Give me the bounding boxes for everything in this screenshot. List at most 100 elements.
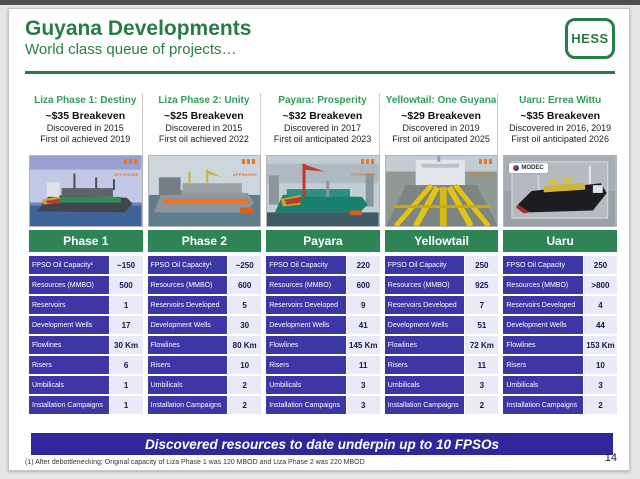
table-row-value: 2 bbox=[583, 396, 617, 414]
table-row: Reservoirs 1 bbox=[29, 296, 143, 314]
table-row: Installation Campaigns 2 bbox=[503, 396, 617, 414]
table-row-value: 2 bbox=[465, 396, 499, 414]
table-row-label: FPSO Oil Capacity bbox=[266, 256, 346, 274]
project-discovered: Discovered in 2015 bbox=[165, 123, 243, 133]
table-row-value: 925 bbox=[465, 276, 499, 294]
vendor-logo: OFFSHORE bbox=[233, 159, 258, 180]
table-row-label: Resources (MMBO) bbox=[266, 276, 346, 294]
project-column: Yellowtail: One Guyana ~$29 Breakeven Di… bbox=[384, 93, 499, 414]
project-table-header: Payara bbox=[266, 230, 380, 252]
project-column: Uaru: Errea Wittu ~$35 Breakeven Discove… bbox=[503, 93, 617, 414]
table-row-value: 4 bbox=[583, 296, 617, 314]
table-row-value: 11 bbox=[346, 356, 380, 374]
table-row-label: FPSO Oil Capacity¹ bbox=[147, 256, 228, 274]
project-first-oil: First oil achieved 2019 bbox=[40, 134, 131, 144]
project-breakeven: ~$35 Breakeven bbox=[520, 110, 601, 122]
sbm-logo-bars-icon bbox=[479, 159, 495, 164]
table-row-value: 44 bbox=[583, 316, 617, 334]
table-row-value: 10 bbox=[228, 356, 262, 374]
project-first-oil: First oil anticipated 2026 bbox=[511, 134, 609, 144]
table-row-value: ~250 bbox=[228, 256, 262, 274]
table-row-value: 2 bbox=[228, 376, 262, 394]
project-table-header: Phase 1 bbox=[29, 230, 143, 252]
table-row-label: Umbilicals bbox=[503, 376, 583, 394]
project-table: FPSO Oil Capacity 220 Resources (MMBO) 6… bbox=[266, 256, 380, 414]
table-row-value: 220 bbox=[346, 256, 380, 274]
table-row: Umbilicals 3 bbox=[266, 376, 380, 394]
project-title: Liza Phase 2: Unity bbox=[158, 95, 250, 106]
table-row-label: Resources (MMBO) bbox=[29, 276, 109, 294]
table-row-label: Umbilicals bbox=[384, 376, 465, 394]
hess-logo: HESS bbox=[565, 18, 615, 59]
table-row-value: 72 Km bbox=[465, 336, 499, 354]
project-table: FPSO Oil Capacity¹ ~250 Resources (MMBO)… bbox=[147, 256, 262, 414]
table-row-label: Flowlines bbox=[384, 336, 465, 354]
table-row: Umbilicals 2 bbox=[147, 376, 262, 394]
table-row-label: Reservoirs Developed bbox=[147, 296, 228, 314]
table-row-label: FPSO Oil Capacity bbox=[503, 256, 583, 274]
table-row: Installation Campaigns 3 bbox=[266, 396, 380, 414]
table-row-label: Risers bbox=[503, 356, 583, 374]
vendor-logo-label: OFFSHORE bbox=[351, 172, 376, 177]
table-row: Resources (MMBO) 600 bbox=[266, 276, 380, 294]
table-row-value: 30 Km bbox=[109, 336, 143, 354]
table-row-label: Resources (MMBO) bbox=[503, 276, 583, 294]
project-discovered: Discovered in 2016, 2019 bbox=[509, 123, 612, 133]
table-row: Flowlines 72 Km bbox=[384, 336, 499, 354]
table-row-value: 1 bbox=[109, 296, 143, 314]
project-table-header: Uaru bbox=[503, 230, 617, 252]
table-row: Reservoirs Developed 7 bbox=[384, 296, 499, 314]
table-row: FPSO Oil Capacity¹ ~150 bbox=[29, 256, 143, 274]
table-row: Installation Campaigns 2 bbox=[147, 396, 262, 414]
vendor-logo: OFFSHORE bbox=[470, 159, 495, 180]
table-row-label: FPSO Oil Capacity bbox=[384, 256, 465, 274]
project-table: FPSO Oil Capacity 250 Resources (MMBO) 9… bbox=[384, 256, 499, 414]
table-row-label: Resources (MMBO) bbox=[147, 276, 228, 294]
footnote: (1) After debottlenecking; Original capa… bbox=[25, 459, 365, 466]
hess-logo-text: HESS bbox=[571, 31, 609, 46]
table-row-label: Reservoirs Developed bbox=[503, 296, 583, 314]
table-row-value: >800 bbox=[583, 276, 617, 294]
table-row-label: Installation Campaigns bbox=[147, 396, 228, 414]
table-row-value: 500 bbox=[109, 276, 143, 294]
table-row-value: 153 Km bbox=[583, 336, 617, 354]
fpso-photo: MODEC bbox=[503, 155, 617, 227]
table-row-value: 9 bbox=[346, 296, 380, 314]
table-row: Flowlines 30 Km bbox=[29, 336, 143, 354]
project-table: FPSO Oil Capacity 250 Resources (MMBO) >… bbox=[503, 256, 617, 414]
table-row-label: Flowlines bbox=[29, 336, 109, 354]
table-row-value: 17 bbox=[109, 316, 143, 334]
fpso-photo: OFFSHORE bbox=[147, 155, 262, 227]
table-row-value: 6 bbox=[109, 356, 143, 374]
table-row: Flowlines 80 Km bbox=[147, 336, 262, 354]
table-row: Development Wells 41 bbox=[266, 316, 380, 334]
table-row: Umbilicals 1 bbox=[29, 376, 143, 394]
table-row: Risers 10 bbox=[147, 356, 262, 374]
vendor-logo-label: OFFSHORE bbox=[113, 172, 139, 177]
table-row-value: 250 bbox=[583, 256, 617, 274]
project-discovered: Discovered in 2017 bbox=[283, 123, 361, 133]
project-table-header: Yellowtail bbox=[384, 230, 499, 252]
project-header: Liza Phase 2: Unity ~$25 Breakeven Disco… bbox=[148, 93, 262, 155]
table-row: FPSO Oil Capacity 250 bbox=[384, 256, 499, 274]
table-row-value: 600 bbox=[346, 276, 380, 294]
table-row: Reservoirs Developed 4 bbox=[503, 296, 617, 314]
table-row: Installation Campaigns 1 bbox=[29, 396, 143, 414]
table-row-label: Development Wells bbox=[384, 316, 465, 334]
sbm-logo-bars-icon bbox=[123, 159, 139, 164]
project-breakeven: ~$25 Breakeven bbox=[164, 110, 244, 122]
table-row-label: Umbilicals bbox=[29, 376, 109, 394]
table-row-label: Umbilicals bbox=[266, 376, 346, 394]
table-row-value: 3 bbox=[346, 376, 380, 394]
table-row-value: 1 bbox=[109, 376, 143, 394]
project-header: Uaru: Errea Wittu ~$35 Breakeven Discove… bbox=[503, 93, 617, 155]
table-row: Risers 10 bbox=[503, 356, 617, 374]
table-row: Development Wells 51 bbox=[384, 316, 499, 334]
project-header: Liza Phase 1: Destiny ~$35 Breakeven Dis… bbox=[29, 93, 143, 155]
table-row-label: Reservoirs bbox=[29, 296, 109, 314]
project-breakeven: ~$32 Breakeven bbox=[282, 110, 363, 122]
table-row-value: 51 bbox=[465, 316, 499, 334]
table-row: Risers 11 bbox=[266, 356, 380, 374]
sbm-logo-bars-icon bbox=[242, 159, 258, 164]
table-row-label: Umbilicals bbox=[147, 376, 228, 394]
